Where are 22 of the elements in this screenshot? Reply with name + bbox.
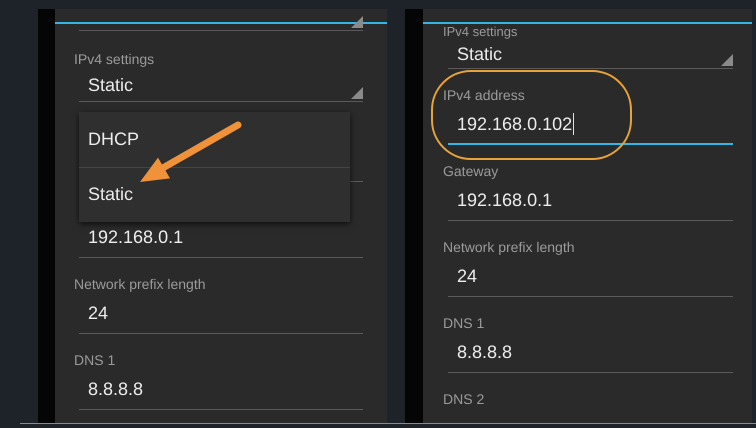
dropdown-triangle-icon (351, 87, 363, 99)
field-label: IPv4 settings (443, 23, 518, 42)
text-field[interactable]: 24 (448, 257, 733, 297)
text-field[interactable]: 24 (79, 294, 363, 334)
field-label: Network prefix length (443, 238, 575, 257)
text-field[interactable]: 192.168.0.1 (448, 181, 733, 221)
menu-option[interactable]: DHCP (79, 112, 350, 166)
field-label: Gateway (443, 162, 498, 181)
field-label: DNS 1 (443, 314, 484, 332)
dropdown-field[interactable]: Static (448, 40, 733, 69)
field-label: Network prefix length (74, 274, 206, 294)
field-label: IPv4 address (443, 86, 525, 104)
dropdown-field[interactable]: Static (79, 69, 363, 102)
dropdown-triangle-icon (721, 54, 733, 66)
field-label: IPv4 settings (74, 50, 154, 69)
text-field[interactable]: 8.8.8.8 (448, 333, 733, 373)
dropdown-triangle-icon (351, 16, 363, 28)
text-field[interactable]: 192.168.0.102 (448, 105, 733, 145)
field-label: DNS 2 (443, 390, 484, 408)
text-cursor (573, 113, 574, 135)
field-label: DNS 1 (74, 350, 116, 370)
text-field[interactable]: 8.8.8.8 (79, 370, 363, 410)
